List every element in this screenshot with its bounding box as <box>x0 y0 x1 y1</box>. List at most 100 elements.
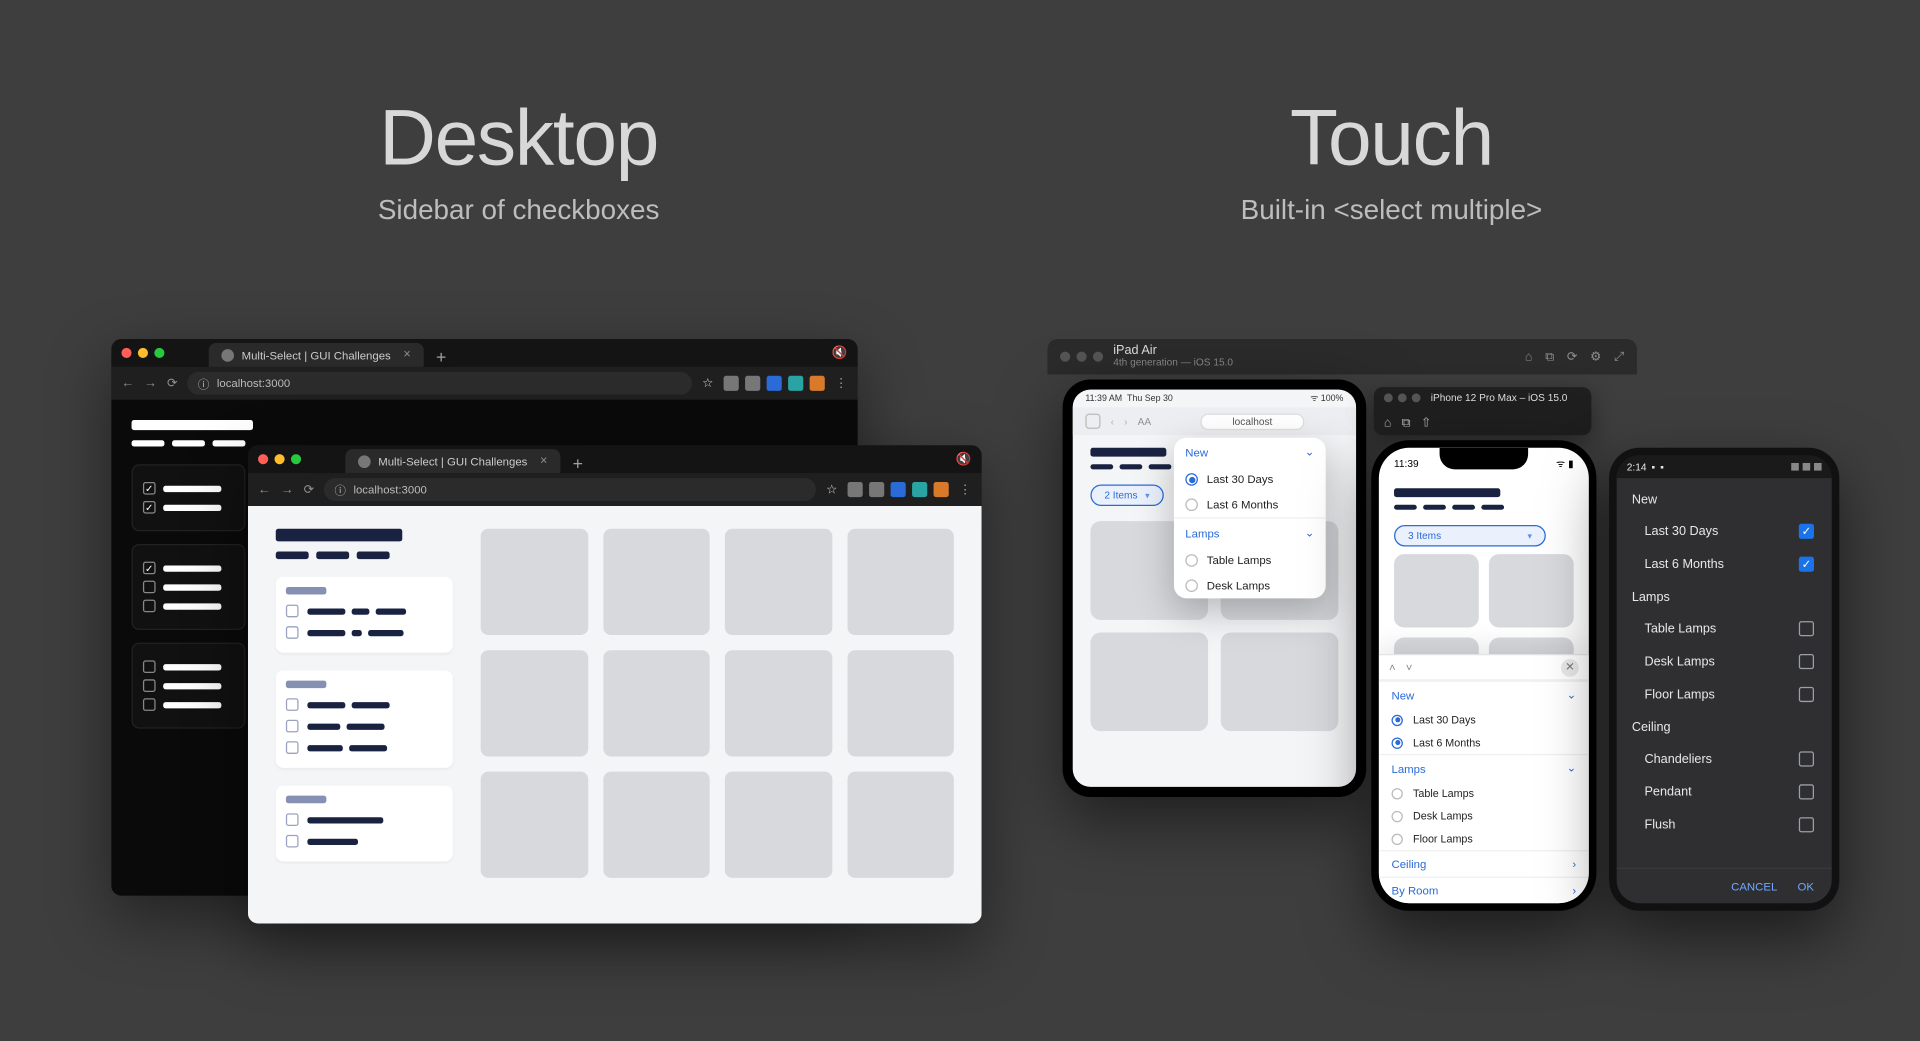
expand-icon[interactable]: ⤢ <box>1614 350 1624 364</box>
ext-icon[interactable] <box>767 376 782 391</box>
radio-icon[interactable] <box>1185 579 1198 592</box>
radio-icon[interactable] <box>1392 833 1403 844</box>
window-maximize-icon[interactable] <box>154 348 164 358</box>
radio-icon[interactable] <box>1392 737 1403 748</box>
sheet-group-header[interactable]: New⌄ <box>1379 681 1589 709</box>
grid-item[interactable] <box>847 650 954 756</box>
checkbox-icon[interactable] <box>286 698 299 711</box>
popover-option[interactable]: Last 30 Days <box>1174 467 1326 492</box>
next-icon[interactable]: ˅ <box>1406 661 1413 674</box>
forward-icon[interactable]: → <box>281 483 294 497</box>
radio-icon[interactable] <box>1185 498 1198 511</box>
star-icon[interactable]: ☆ <box>826 483 837 497</box>
sidebar-icon[interactable] <box>1085 414 1100 429</box>
window-maximize-icon[interactable] <box>291 454 301 464</box>
sheet-group-header[interactable]: By Room› <box>1379 877 1589 904</box>
text-size-icon[interactable]: AA <box>1138 416 1152 427</box>
close-tab-icon[interactable]: × <box>403 348 410 362</box>
grid-item[interactable] <box>481 529 588 635</box>
android-option[interactable]: Chandeliers <box>1617 743 1832 776</box>
home-icon[interactable]: ⌂ <box>1525 350 1533 364</box>
window-minimize-icon[interactable] <box>275 454 285 464</box>
android-option[interactable]: Flush <box>1617 808 1832 841</box>
address-bar[interactable]: ⓘ localhost:3000 <box>188 372 692 395</box>
radio-icon[interactable] <box>1185 554 1198 567</box>
checkbox-row[interactable] <box>286 605 443 618</box>
rotate-icon[interactable]: ⟳ <box>1567 350 1578 364</box>
grid-item[interactable] <box>1221 633 1339 732</box>
checkbox-icon[interactable] <box>143 698 156 711</box>
select-pill[interactable]: 3 Items <box>1394 525 1546 547</box>
radio-icon[interactable] <box>1392 714 1403 725</box>
checkbox-icon[interactable] <box>1799 817 1814 832</box>
checkbox-row[interactable] <box>286 698 443 711</box>
ext-icon[interactable] <box>891 482 906 497</box>
popover-option[interactable]: Desk Lamps <box>1174 573 1326 598</box>
window-minimize-icon[interactable] <box>138 348 148 358</box>
checkbox-icon[interactable] <box>1799 621 1814 636</box>
checkbox-icon[interactable] <box>286 813 299 826</box>
close-tab-icon[interactable]: × <box>540 454 547 468</box>
checkbox-row[interactable] <box>286 741 443 754</box>
browser-tab[interactable]: Multi-Select | GUI Challenges × <box>345 449 560 473</box>
checkbox-icon[interactable] <box>286 835 299 848</box>
share-icon[interactable]: ⇧ <box>1421 416 1432 430</box>
checkbox-icon[interactable] <box>286 605 299 618</box>
checkbox-icon[interactable] <box>1799 687 1814 702</box>
checkbox-row[interactable] <box>143 660 234 673</box>
window-dot-icon[interactable] <box>1060 352 1070 362</box>
checkbox-row[interactable] <box>143 679 234 692</box>
ext-puzzle-icon[interactable] <box>869 482 884 497</box>
checkbox-icon[interactable] <box>286 626 299 639</box>
ext-icon[interactable] <box>848 482 863 497</box>
checkbox-row[interactable] <box>286 813 443 826</box>
radio-icon[interactable] <box>1392 810 1403 821</box>
grid-item[interactable] <box>1394 554 1479 627</box>
popover-option[interactable]: Table Lamps <box>1174 548 1326 573</box>
safari-url[interactable]: localhost <box>1201 413 1304 429</box>
back-icon[interactable]: ‹ <box>1111 416 1114 427</box>
checkbox-icon[interactable] <box>286 741 299 754</box>
checkbox-row[interactable] <box>286 835 443 848</box>
checkbox-icon[interactable] <box>143 660 156 673</box>
checkbox-icon[interactable] <box>143 501 156 514</box>
menu-icon[interactable]: ⋮ <box>959 483 972 497</box>
android-option[interactable]: Desk Lamps <box>1617 645 1832 678</box>
checkbox-row[interactable] <box>143 562 234 575</box>
ext-mic-icon[interactable] <box>810 376 825 391</box>
android-option[interactable]: Last 30 Days <box>1617 515 1832 548</box>
checkbox-icon[interactable] <box>286 720 299 733</box>
popover-group-header[interactable]: Lamps <box>1174 517 1326 547</box>
prev-icon[interactable]: ˄ <box>1389 661 1396 674</box>
mute-icon[interactable]: 🔇 <box>956 452 972 466</box>
ext-icon[interactable] <box>724 376 739 391</box>
grid-item[interactable] <box>725 772 832 878</box>
popover-group-header[interactable]: New <box>1174 438 1326 467</box>
checkbox-icon[interactable] <box>1799 557 1814 572</box>
grid-item[interactable] <box>603 529 710 635</box>
sheet-option[interactable]: Floor Lamps <box>1379 827 1589 850</box>
window-dot-icon[interactable] <box>1384 393 1393 402</box>
checkbox-row[interactable] <box>143 581 234 594</box>
grid-item[interactable] <box>603 772 710 878</box>
window-close-icon[interactable] <box>258 454 268 464</box>
grid-item[interactable] <box>725 529 832 635</box>
checkbox-row[interactable] <box>143 698 234 711</box>
screenshot-icon[interactable]: ⧉ <box>1402 416 1411 430</box>
checkbox-icon[interactable] <box>143 562 156 575</box>
close-icon[interactable]: ✕ <box>1561 658 1579 676</box>
window-dot-icon[interactable] <box>1093 352 1103 362</box>
ext-icon[interactable] <box>912 482 927 497</box>
checkbox-row[interactable] <box>286 720 443 733</box>
checkbox-row[interactable] <box>143 600 234 613</box>
radio-icon[interactable] <box>1185 473 1198 486</box>
android-option[interactable]: Floor Lamps <box>1617 678 1832 711</box>
grid-item[interactable] <box>481 772 588 878</box>
reload-icon[interactable]: ⟳ <box>167 376 178 390</box>
sheet-option[interactable]: Last 30 Days <box>1379 708 1589 731</box>
grid-item[interactable] <box>1489 554 1574 627</box>
ext-icon[interactable] <box>788 376 803 391</box>
grid-item[interactable] <box>1090 633 1208 732</box>
sheet-group-header[interactable]: Ceiling› <box>1379 850 1589 877</box>
checkbox-icon[interactable] <box>1799 751 1814 766</box>
